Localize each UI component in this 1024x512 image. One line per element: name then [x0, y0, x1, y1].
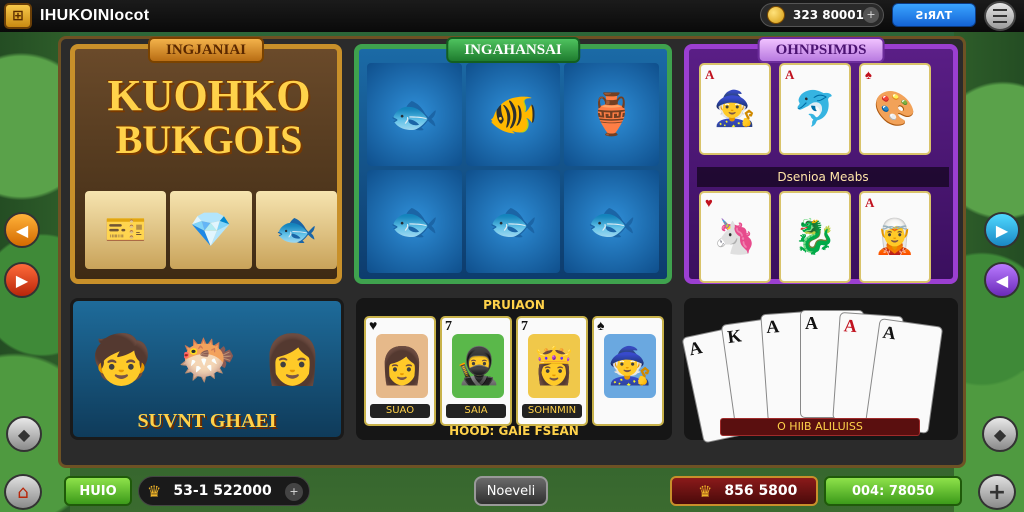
- coin-value: 323 80001: [793, 8, 864, 22]
- fish-icon: 🐟: [367, 63, 462, 166]
- slot-symbols: 🎫 💎 🐟: [85, 191, 337, 269]
- game-title-bottom-left: SUVNT GHAEI: [137, 410, 277, 432]
- game-title: KUOHKO BUKGOIS: [89, 71, 329, 163]
- game-tile-left[interactable]: INGJANIAI KUOHKO BUKGOIS 🎫 💎 🐟: [70, 37, 342, 284]
- gem-icon: 💎: [170, 191, 252, 269]
- add-coins-button[interactable]: +: [863, 7, 879, 23]
- pufferfish-icon: 🐡: [177, 331, 237, 388]
- shield-button[interactable]: ◆: [6, 416, 42, 452]
- character-card: ♥ 👩 SUAO: [364, 316, 436, 426]
- game-tile-bottom-left[interactable]: 🧒 🐡 👩 SUVNT GHAEI: [70, 298, 344, 440]
- plus-icon: +: [987, 479, 1007, 505]
- character-card: ♠ 🧙: [592, 316, 664, 426]
- menu-button[interactable]: [984, 1, 1016, 31]
- fish-icon: 🐟: [255, 191, 337, 269]
- panel-footer: O HIIB ALILUISS: [720, 418, 920, 436]
- game-title-line2: BUKGOIS: [115, 117, 303, 163]
- diamond-icon: ◆: [993, 424, 1007, 444]
- chevron-right-icon: ▶: [15, 270, 29, 290]
- coin-balance: 323 80001 +: [760, 3, 884, 27]
- character-cards: ♥ 👩 SUAO 7 🥷 SAIA 7 👸 SOHNMIN ♠ 🧙: [364, 316, 664, 426]
- top-bar: ⊞ IHUKOINIocot 323 80001 + ƧıЯΛТ: [0, 0, 1024, 32]
- fish-reels: 🐟 🐠 🏺 🐟 🐟 🐟: [367, 63, 659, 273]
- card-row-bottom: ♥ 🦄 🐉 A 🧝: [699, 191, 931, 283]
- shield-icon: ◆: [17, 424, 31, 444]
- playing-card: A: [864, 318, 944, 434]
- bottom-bar: ⌂ HUIO ♛ 53-1 522000 + Noeveli ♛ 856 580…: [0, 472, 1024, 512]
- green-value-pill[interactable]: 004: 78050: [824, 476, 962, 506]
- fish-icon: 🐟: [367, 170, 462, 273]
- playing-card: 🐉: [779, 191, 851, 283]
- settings-button[interactable]: ◆: [982, 416, 1018, 452]
- app-logo-icon[interactable]: ⊞: [4, 3, 32, 29]
- coin-icon: [767, 6, 785, 24]
- top-action-button[interactable]: ƧıЯΛТ: [892, 3, 976, 27]
- fish-icon: 🐟: [465, 170, 561, 273]
- home-button[interactable]: ⌂: [4, 474, 42, 510]
- nav-right-down-button[interactable]: ◀: [984, 262, 1020, 298]
- ticket-icon: 🎫: [85, 191, 167, 269]
- card-fan: A K A A A A: [681, 306, 954, 444]
- panel-tab-left: INGJANIAI: [147, 37, 265, 63]
- nav-left-up-button[interactable]: ◀: [4, 212, 40, 248]
- red-value-pill[interactable]: ♛ 856 5800: [670, 476, 818, 506]
- balance-add-button[interactable]: +: [285, 483, 303, 501]
- playing-card: ♥ 🦄: [699, 191, 771, 283]
- playing-card: ♠ 🎨: [859, 63, 931, 155]
- game-tile-right[interactable]: OHNPSIMDS A 🧙 A 🐬 ♠ 🎨 Dsenioa Meabs ♥ 🦄 🐉 A 🧝: [684, 37, 958, 284]
- green-action-button[interactable]: HUIO: [64, 476, 132, 506]
- game-tile-bottom-middle[interactable]: PRUIAON ♥ 👩 SUAO 7 🥷 SAIA 7 👸 SOHNMIN ♠ …: [356, 298, 672, 440]
- red-value: 856 5800: [724, 483, 798, 499]
- character-card: 7 👸 SOHNMIN: [516, 316, 588, 426]
- chevron-left-icon: ◀: [15, 220, 29, 240]
- app-title: IHUKOINIocot: [40, 7, 150, 24]
- hamburger-icon: [993, 7, 1007, 25]
- playing-card: A 🧙: [699, 63, 771, 155]
- chevron-right-icon: ▶: [995, 220, 1009, 240]
- fish-icon: 🐠: [465, 63, 561, 166]
- chevron-left-icon: ◀: [995, 270, 1009, 290]
- crown-icon: ♛: [698, 481, 713, 501]
- boy-icon: 🧒: [91, 331, 152, 388]
- game-title-line1: KUOHKO: [107, 71, 311, 120]
- card-row-top: A 🧙 A 🐬 ♠ 🎨: [699, 63, 931, 155]
- fish-icon: 🐟: [564, 170, 659, 273]
- panel-footer: HOOD: GAIE FSEAN: [449, 424, 579, 438]
- nav-right-up-button[interactable]: ▶: [984, 212, 1020, 248]
- balance-value: 53-1 522000: [173, 483, 272, 499]
- game-tile-middle[interactable]: INGAHANSAI 🐟 🐠 🏺 🐟 🐟 🐟: [354, 37, 672, 284]
- vase-icon: 🏺: [564, 63, 659, 166]
- center-button[interactable]: Noeveli: [474, 476, 548, 506]
- panel-tab-middle: INGAHANSAI: [446, 37, 580, 63]
- girl-icon: 👩: [262, 331, 323, 388]
- game-tile-bottom-right[interactable]: A K A A A A O HIIB ALILUISS: [681, 298, 958, 444]
- panel-caption: Dsenioa Meabs: [697, 167, 949, 187]
- add-button[interactable]: +: [978, 474, 1016, 510]
- panel-header: PRUIAON: [483, 298, 545, 312]
- playing-card: A 🐬: [779, 63, 851, 155]
- trophy-icon: ♛: [147, 481, 162, 501]
- nav-left-down-button[interactable]: ▶: [4, 262, 40, 298]
- balance-pill: ♛ 53-1 522000 +: [138, 476, 310, 506]
- character-art: 🧒 🐡 👩: [79, 307, 335, 411]
- panel-tab-right: OHNPSIMDS: [757, 37, 885, 63]
- character-card: 7 🥷 SAIA: [440, 316, 512, 426]
- playing-card: A 🧝: [859, 191, 931, 283]
- home-icon: ⌂: [17, 481, 29, 503]
